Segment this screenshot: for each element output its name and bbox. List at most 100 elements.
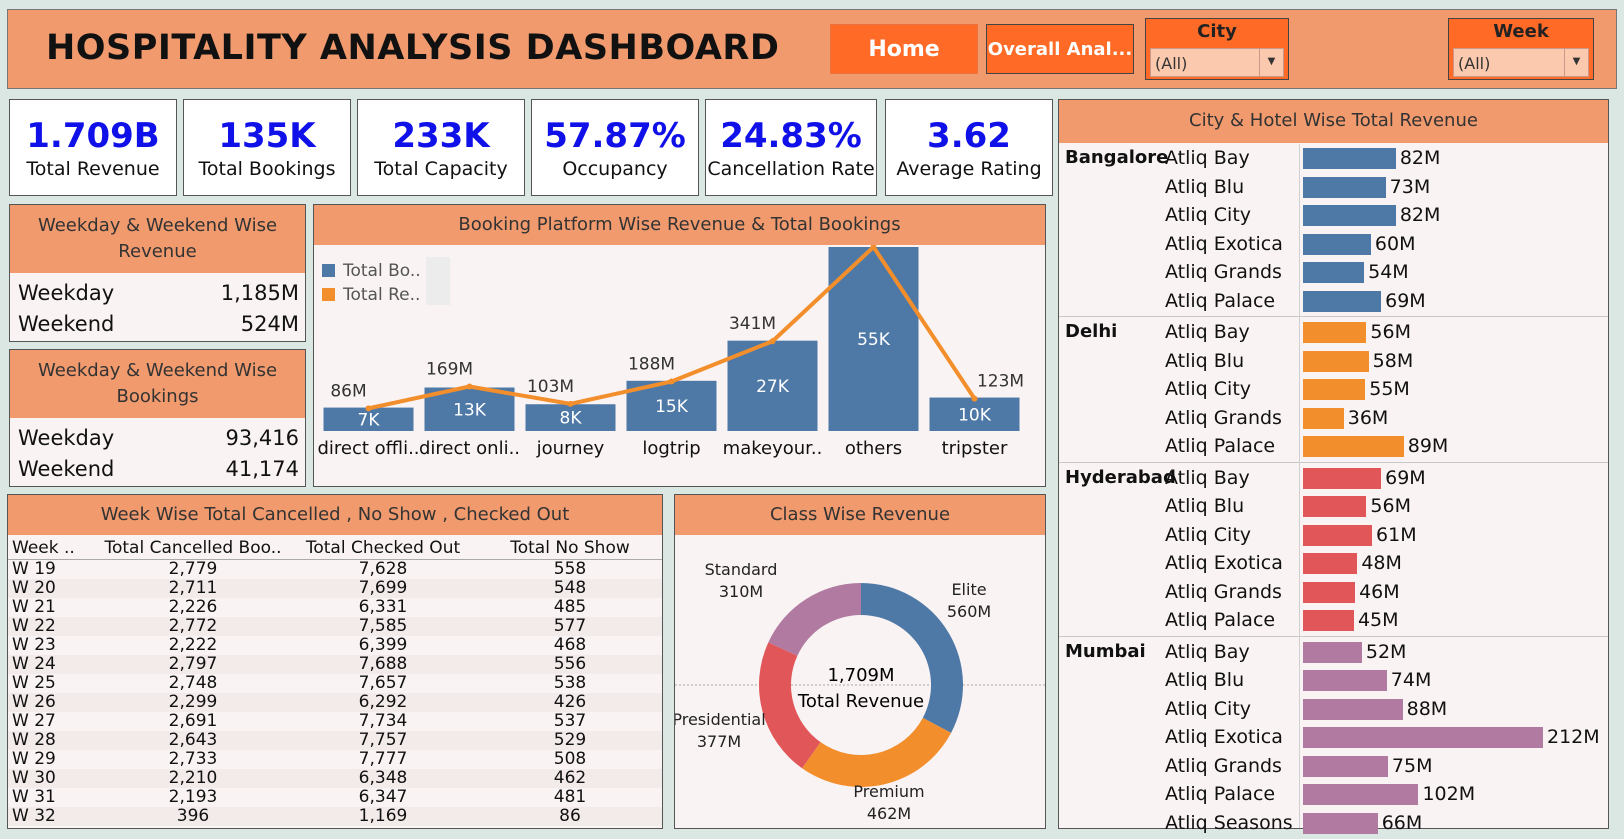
home-button[interactable]: Home: [830, 24, 978, 74]
hotel-revenue-bar[interactable]: [1303, 641, 1362, 663]
column-header[interactable]: Total Cancelled Boo..: [98, 537, 288, 560]
table-cell: 2,711: [98, 578, 288, 598]
panel-title: Class Wise Revenue: [675, 495, 1045, 535]
row-label: Weekend: [18, 312, 115, 336]
hotel-label: Atliq Exotica: [1165, 552, 1283, 574]
hotel-row[interactable]: Atliq Blu 56M: [1059, 492, 1608, 520]
kpi-label: Average Rating: [896, 158, 1042, 180]
hotel-row[interactable]: Atliq Grands 54M: [1059, 258, 1608, 286]
table-cell: W 31: [12, 786, 56, 807]
slice-label: Presidential: [675, 710, 766, 729]
weekday-weekend-bookings-panel: Weekday & Weekend Wise Bookings Weekday 9…: [9, 349, 306, 487]
hotel-revenue-bar[interactable]: [1303, 784, 1419, 805]
table-cell: 6,399: [358, 634, 408, 655]
hotel-row[interactable]: Atliq Bay 82M: [1059, 144, 1608, 172]
hotel-row[interactable]: Atliq Exotica 212M: [1059, 723, 1608, 751]
table-cell: W 25: [12, 672, 56, 693]
hotel-row[interactable]: Atliq Grands 46M: [1059, 578, 1608, 606]
hotel-revenue-value: 89M: [1407, 435, 1449, 457]
revenue-data-label: 169M: [426, 360, 473, 380]
hotel-revenue-bar[interactable]: [1303, 379, 1366, 400]
week-filter-select[interactable]: (All) ▼: [1453, 48, 1589, 77]
table-row: W 29 2,733 7,777 508: [8, 748, 662, 769]
hotel-revenue-bar[interactable]: [1303, 148, 1396, 169]
hotel-revenue-bar[interactable]: [1303, 496, 1367, 517]
hotel-revenue-bar[interactable]: [1303, 436, 1404, 457]
hotel-row[interactable]: Atliq Exotica 48M: [1059, 549, 1608, 577]
chevron-down-icon[interactable]: ▼: [1259, 49, 1283, 76]
kpi-value: 24.83%: [720, 116, 862, 156]
hotel-row[interactable]: Atliq City 82M: [1059, 201, 1608, 229]
hotel-row[interactable]: Atliq Palace 102M: [1059, 780, 1608, 808]
slice-label: Standard: [705, 560, 778, 579]
hotel-revenue-bar[interactable]: [1303, 670, 1387, 691]
hotel-row[interactable]: Atliq Exotica 60M: [1059, 230, 1608, 258]
hotel-revenue-bar[interactable]: [1303, 290, 1382, 312]
hotel-row[interactable]: Atliq Blu 58M: [1059, 347, 1608, 375]
column-header[interactable]: Week ..: [8, 537, 98, 560]
donut-center-value: 1,709M: [827, 665, 894, 686]
hotel-revenue-bar[interactable]: [1303, 233, 1371, 255]
table-cell: 2,772: [98, 616, 288, 636]
hotel-row[interactable]: Atliq City 88M: [1059, 695, 1608, 723]
hotel-row[interactable]: Atliq Grands 75M: [1059, 752, 1608, 780]
kpi-cancellation-rate: 24.83% Cancellation Rate: [705, 99, 877, 196]
hotel-label: Atliq Bay: [1165, 640, 1250, 663]
table-cell: 548: [478, 578, 662, 598]
hotel-label: Atliq Exotica: [1165, 726, 1283, 748]
hotel-revenue-bar[interactable]: [1303, 698, 1403, 720]
hotel-row[interactable]: Atliq City 55M: [1059, 375, 1608, 403]
hotel-revenue-bar[interactable]: [1303, 581, 1356, 603]
hotel-row[interactable]: Atliq Bay 69M: [1059, 464, 1608, 492]
slice-value-label: 310M: [719, 582, 763, 601]
hotel-revenue-bar[interactable]: [1303, 205, 1396, 226]
hotel-revenue-bar[interactable]: [1303, 553, 1358, 574]
hotel-label: Atliq Grands: [1165, 754, 1282, 777]
group-divider: [1059, 316, 1608, 317]
hotel-revenue-bar[interactable]: [1303, 524, 1373, 546]
table-cell: 7,777: [358, 748, 408, 769]
kpi-occupancy: 57.87% Occupancy: [531, 99, 699, 196]
hotel-revenue-bar[interactable]: [1303, 322, 1367, 343]
hotel-label: Atliq Grands: [1165, 261, 1282, 283]
hotel-row[interactable]: Atliq Blu 73M: [1059, 173, 1608, 201]
hotel-revenue-bar[interactable]: [1303, 262, 1365, 283]
hotel-revenue-bar[interactable]: [1303, 407, 1344, 429]
hotel-revenue-bar[interactable]: [1303, 755, 1388, 777]
x-tick-label: journey: [536, 438, 605, 459]
week-table-container: Week .. Total Cancelled Boo.. Total Chec…: [8, 537, 662, 826]
week-filter-value: (All): [1458, 54, 1491, 73]
city-filter-select[interactable]: (All) ▼: [1150, 48, 1284, 77]
hotel-revenue-bar[interactable]: [1303, 467, 1382, 489]
hotel-row[interactable]: Atliq Bay 56M: [1059, 318, 1608, 346]
hotel-row[interactable]: Atliq Seasons 66M: [1059, 809, 1608, 837]
hotel-row[interactable]: Atliq Bay 52M: [1059, 638, 1608, 666]
hotel-row[interactable]: Atliq Palace 45M: [1059, 606, 1608, 634]
hotel-label: Atliq Blu: [1165, 495, 1245, 517]
table-cell: 7,688: [288, 654, 478, 674]
hotel-row[interactable]: Atliq Palace 69M: [1059, 287, 1608, 315]
hotel-row[interactable]: Atliq Grands 36M: [1059, 404, 1608, 432]
x-tick-label: direct onli..: [419, 438, 520, 459]
hotel-revenue-value: 60M: [1374, 232, 1416, 255]
class-donut-chart: 1,709M Total Revenue Elite 560M Premium 462…: [675, 560, 1045, 823]
legend-label-bookings: Total Bo..: [342, 261, 421, 281]
donut-slice-standard[interactable]: [768, 583, 861, 656]
hotel-revenue-bar[interactable]: [1303, 610, 1354, 631]
hotel-revenue-bar[interactable]: [1303, 350, 1369, 372]
header-bar: HOSPITALITY ANALYSIS DASHBOARD Home Over…: [7, 9, 1617, 89]
hotel-revenue-value: 66M: [1381, 811, 1423, 834]
hotel-revenue-bar[interactable]: [1303, 727, 1543, 748]
overall-analysis-button[interactable]: Overall Anal...: [986, 24, 1134, 74]
hotel-row[interactable]: Atliq Blu 74M: [1059, 666, 1608, 694]
column-header[interactable]: Total Checked Out: [288, 537, 478, 560]
column-header[interactable]: Total No Show: [478, 537, 662, 560]
hotel-revenue-bar[interactable]: [1303, 176, 1386, 198]
chevron-down-icon[interactable]: ▼: [1564, 49, 1588, 76]
week-filter[interactable]: Week (All) ▼: [1448, 18, 1594, 80]
donut-slice-premium[interactable]: [802, 717, 952, 787]
hotel-row[interactable]: Atliq City 61M: [1059, 521, 1608, 549]
hotel-row[interactable]: Atliq Palace 89M: [1059, 432, 1608, 460]
city-filter[interactable]: City (All) ▼: [1145, 18, 1289, 80]
hotel-revenue-bar[interactable]: [1303, 812, 1378, 834]
